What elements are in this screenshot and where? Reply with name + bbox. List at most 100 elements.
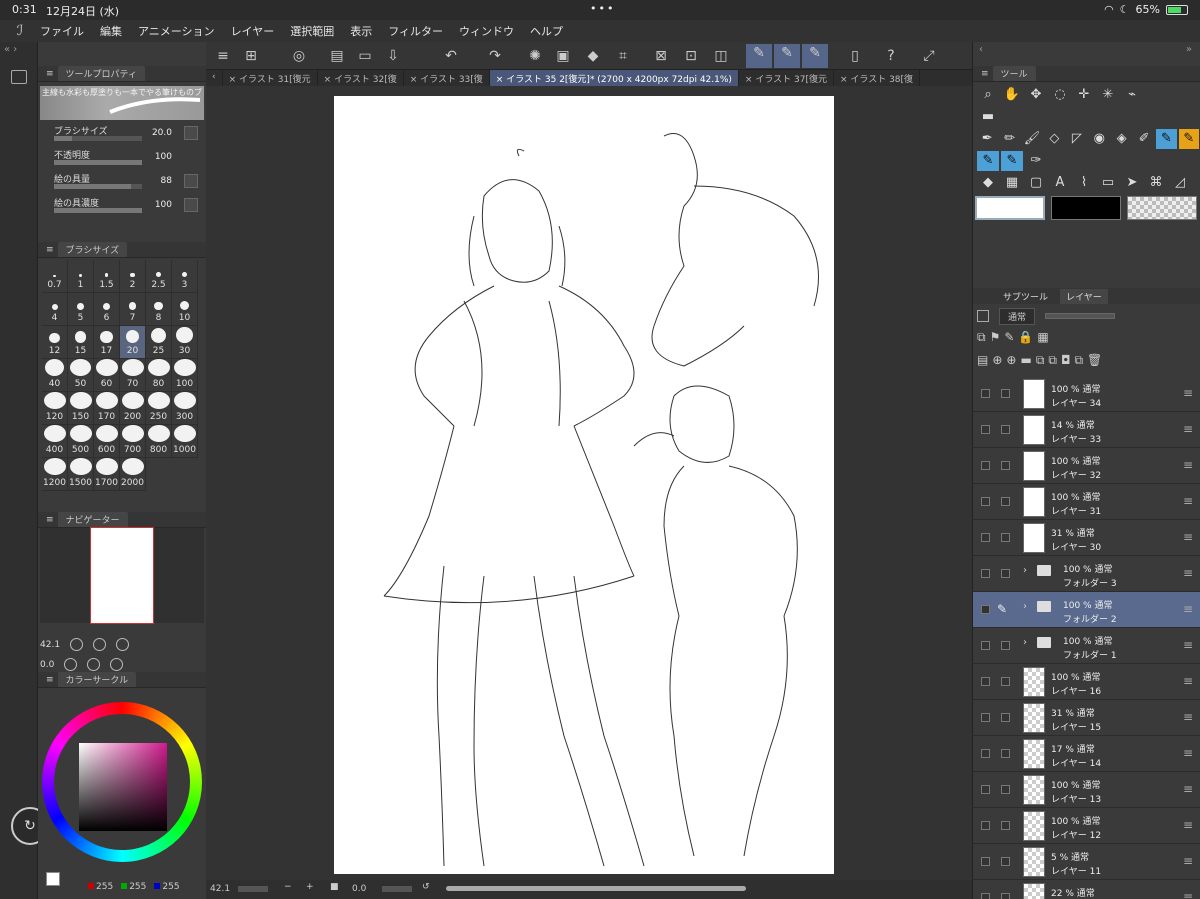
layer-row[interactable]: 100 % 通常 レイヤー 32 ≡ xyxy=(973,448,1200,484)
brush-size-cell[interactable]: 20 xyxy=(120,326,146,359)
trash-icon[interactable]: 🗑 xyxy=(1087,353,1102,371)
layer-menu-icon[interactable]: ≡ xyxy=(1183,494,1193,508)
zoom-in-icon[interactable]: + xyxy=(306,882,314,892)
brush-size-cell[interactable]: 1500 xyxy=(68,458,94,491)
layer-row[interactable]: 31 % 通常 レイヤー 15 ≡ xyxy=(973,700,1200,736)
deselect-icon[interactable]: ⊠ xyxy=(652,47,670,65)
swatch-black[interactable] xyxy=(1051,196,1121,220)
line-tool-icon[interactable]: ◿ xyxy=(1169,173,1191,193)
hand-tool-icon[interactable]: ✋ xyxy=(1001,85,1023,105)
panel-menu-icon[interactable]: ≡ xyxy=(981,69,989,79)
layer-row[interactable]: 100 % 通常 レイヤー 16 ≡ xyxy=(973,664,1200,700)
brush-size-cell[interactable]: 17 xyxy=(94,326,120,359)
undo-icon[interactable]: ↶ xyxy=(442,47,460,65)
open-folder-icon[interactable]: ▭ xyxy=(356,47,374,65)
saturation-value-square[interactable] xyxy=(79,743,167,831)
layer-menu-icon[interactable]: ≡ xyxy=(1183,638,1193,652)
layer-menu-icon[interactable]: ≡ xyxy=(1183,710,1193,724)
help-icon[interactable]: ? xyxy=(882,47,900,65)
device-icon[interactable]: ▯ xyxy=(846,47,864,65)
merge-down-icon[interactable]: ⧉ xyxy=(1048,353,1057,371)
brush-size-cell[interactable]: 120 xyxy=(42,392,68,425)
close-tab-icon[interactable]: × xyxy=(496,75,506,85)
collapse-right-icon[interactable]: ‹ xyxy=(979,44,983,55)
lock-transparent-icon[interactable]: ▦ xyxy=(1037,330,1048,348)
visibility-toggle[interactable] xyxy=(981,857,990,866)
close-tab-icon[interactable]: × xyxy=(745,75,755,85)
zoom-tool-icon[interactable]: ⌕ xyxy=(977,85,999,105)
menu-help[interactable]: ヘルプ xyxy=(530,23,563,39)
document-tab[interactable]: × イラスト 33[復 xyxy=(404,70,490,86)
brush-size-cell[interactable]: 4 xyxy=(42,293,68,326)
layer-row[interactable]: 100 % 通常 レイヤー 12 ≡ xyxy=(973,808,1200,844)
layer-folder-row[interactable]: ✎ › 100 % 通常 フォルダー 2 ≡ xyxy=(973,592,1200,628)
brush-size-cell[interactable]: 8 xyxy=(146,293,172,326)
lock-toggle[interactable] xyxy=(1001,785,1010,794)
lock-toggle[interactable] xyxy=(1001,497,1010,506)
brush-size-cell[interactable]: 500 xyxy=(68,425,94,458)
fill-icon[interactable]: ◆ xyxy=(584,47,602,65)
tabs-scroll-icon[interactable]: ‹ xyxy=(206,70,223,86)
new-vector-layer-icon[interactable]: ⊕ xyxy=(1006,353,1016,371)
layer-menu-icon[interactable]: ≡ xyxy=(1183,890,1193,899)
prop-stepper[interactable] xyxy=(184,198,198,212)
prop-stepper[interactable] xyxy=(184,174,198,188)
visibility-toggle[interactable] xyxy=(981,389,990,398)
ink-tool-icon[interactable]: ✎ xyxy=(977,151,999,171)
decoration-tool-icon[interactable]: ✑ xyxy=(1025,151,1047,171)
layer-menu-icon[interactable]: ≡ xyxy=(1183,566,1193,580)
close-tab-icon[interactable]: × xyxy=(410,75,420,85)
visibility-toggle[interactable] xyxy=(981,785,990,794)
menu-filter[interactable]: フィルター xyxy=(388,23,443,39)
app-logo-icon[interactable]: ℐ xyxy=(0,23,40,39)
pen-tool-icon[interactable]: ✒ xyxy=(977,129,997,149)
layer-row[interactable]: 22 % 通常レイヤー 10≡ xyxy=(973,880,1200,899)
brush-size-cell[interactable]: 50 xyxy=(68,359,94,392)
layer-menu-icon[interactable]: ≡ xyxy=(1183,386,1193,400)
tab-tool-property[interactable]: ツールプロパティ xyxy=(57,66,146,81)
new-folder-icon[interactable]: ▬ xyxy=(1020,353,1031,371)
brush-size-cell[interactable]: 3 xyxy=(172,260,198,293)
dropper-tool-icon[interactable]: ◈ xyxy=(1111,129,1131,149)
opacity-slider[interactable] xyxy=(1045,313,1116,319)
brush-mode-icon[interactable]: ✎ xyxy=(774,44,800,68)
brush-size-cell[interactable]: 40 xyxy=(42,359,68,392)
prop-bar[interactable] xyxy=(54,160,142,165)
rotate-reset-icon[interactable]: ↺ xyxy=(422,882,430,892)
tab-tool[interactable]: ツール xyxy=(992,66,1036,81)
layer-row[interactable]: 100 % 通常 レイヤー 31 ≡ xyxy=(973,484,1200,520)
visibility-toggle[interactable] xyxy=(981,641,990,650)
brush-size-cell[interactable]: 70 xyxy=(120,359,146,392)
brush-tool-icon[interactable]: 🖌 xyxy=(1022,129,1042,149)
swatch-transparent[interactable] xyxy=(1127,196,1197,220)
layer-menu-icon[interactable]: ≡ xyxy=(1183,530,1193,544)
layer-folder-row[interactable]: › 100 % 通常 フォルダー 3 ≡ xyxy=(973,556,1200,592)
lasso-tool-icon[interactable]: ◌ xyxy=(1049,85,1071,105)
fill-tool-icon[interactable]: ◉ xyxy=(1089,129,1109,149)
tab-layer[interactable]: レイヤー xyxy=(1060,288,1108,304)
tab-brush-size[interactable]: ブラシサイズ xyxy=(57,242,128,257)
brush-size-cell[interactable]: 1.5 xyxy=(94,260,120,293)
figure-tool-icon[interactable]: ▢ xyxy=(1025,173,1047,193)
brush-size-cell[interactable]: 2.5 xyxy=(146,260,172,293)
prop-stepper[interactable] xyxy=(184,126,198,140)
brush-size-cell[interactable]: 2 xyxy=(120,260,146,293)
layer-row[interactable]: 31 % 通常 レイヤー 30 ≡ xyxy=(973,520,1200,556)
close-tab-icon[interactable]: × xyxy=(229,75,239,85)
marker-tool-icon[interactable]: ✐ xyxy=(1134,129,1154,149)
prop-bar[interactable] xyxy=(54,208,142,213)
brush-size-cell[interactable]: 250 xyxy=(146,392,172,425)
brush-size-cell[interactable]: 15 xyxy=(68,326,94,359)
brush-size-cell[interactable]: 300 xyxy=(172,392,198,425)
main-color-swatch[interactable] xyxy=(46,872,60,886)
correct-line-tool-icon[interactable]: ⌘ xyxy=(1145,173,1167,193)
lock-toggle[interactable] xyxy=(1001,713,1010,722)
eraser-mode-icon[interactable]: ✎ xyxy=(802,44,828,68)
lock-toggle[interactable] xyxy=(1001,425,1010,434)
visibility-toggle[interactable] xyxy=(981,533,990,542)
layer-row[interactable]: 17 % 通常 レイヤー 14 ≡ xyxy=(973,736,1200,772)
tab-color-circle[interactable]: カラーサークル xyxy=(57,672,137,687)
brush-size-cell[interactable]: 400 xyxy=(42,425,68,458)
document-tab[interactable]: × イラスト 32[復 xyxy=(318,70,404,86)
new-raster-layer-icon[interactable]: ⊕ xyxy=(992,353,1002,371)
